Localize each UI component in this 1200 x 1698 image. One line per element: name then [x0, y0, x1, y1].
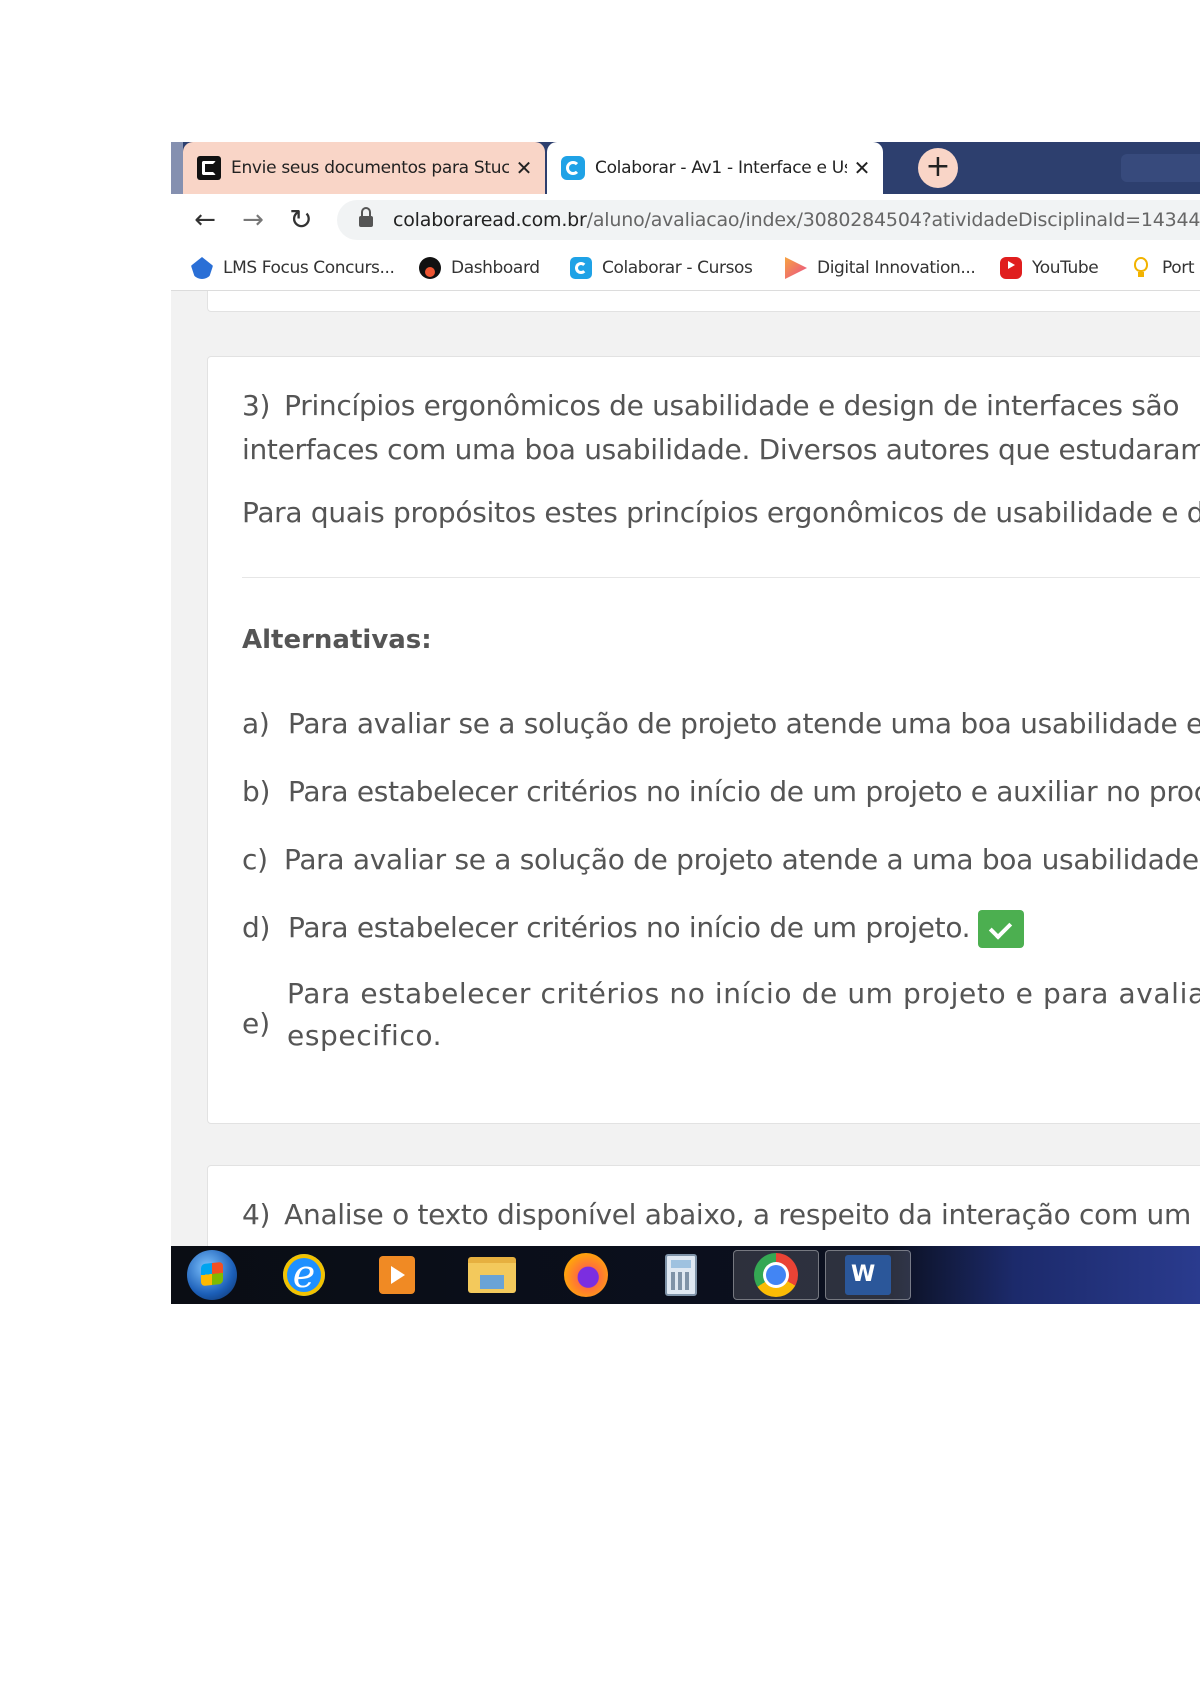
- taskbar-media-player[interactable]: [366, 1250, 428, 1300]
- address-bar[interactable]: colaboraread.com.br/aluno/avaliacao/inde…: [337, 200, 1200, 240]
- tab-strip-edge: [171, 142, 183, 194]
- bookmark-dio[interactable]: Digital Innovation...: [785, 246, 976, 290]
- alternative-letter: c): [242, 843, 268, 876]
- media-player-icon: [379, 1256, 415, 1294]
- correct-check-icon: [978, 910, 1025, 948]
- alternative-a[interactable]: a) Para avaliar se a solução de projeto a…: [242, 707, 1200, 740]
- alternative-text: Para estabelecer critérios no início de …: [288, 911, 971, 944]
- firefox-icon: [564, 1253, 608, 1297]
- close-tab-icon[interactable]: ✕: [847, 156, 877, 180]
- alternative-letter: d): [242, 911, 271, 944]
- question-number: 3): [242, 389, 271, 422]
- start-button[interactable]: [181, 1250, 243, 1300]
- blurred-profile: [1121, 154, 1200, 182]
- file-explorer-icon: [468, 1257, 516, 1293]
- taskbar-internet-explorer[interactable]: e: [273, 1250, 335, 1300]
- tab-title: Envie seus documentos para Stuc: [231, 158, 509, 178]
- alternative-e-text[interactable]: especifico.: [287, 1019, 442, 1052]
- taskbar-file-explorer[interactable]: [461, 1250, 523, 1300]
- internet-explorer-icon: e: [283, 1254, 325, 1296]
- calculator-icon: [665, 1254, 697, 1296]
- page-content: 3) Princípios ergonômicos de usabilidade …: [171, 291, 1200, 1247]
- alternative-letter: b): [242, 775, 271, 808]
- question-prompt: Para quais propósitos estes princípios e…: [242, 496, 1200, 529]
- alternative-e-text[interactable]: Para estabelecer critérios no início de …: [287, 977, 1200, 1010]
- chrome-icon: [754, 1253, 798, 1297]
- alternative-letter-e[interactable]: e): [242, 1007, 270, 1040]
- screenshot: Envie seus documentos para Stuc ✕ Colabo…: [171, 142, 1200, 1304]
- start-orb-icon: [187, 1250, 237, 1300]
- question-text: Analise o texto disponível abaixo, a res…: [284, 1198, 1191, 1231]
- dio-icon: [785, 257, 807, 279]
- question-line: 4) Analise o texto disponível abaixo, a r…: [242, 1198, 1191, 1231]
- close-tab-icon[interactable]: ✕: [509, 156, 539, 180]
- alternative-b[interactable]: b) Para estabelecer critérios no início d…: [242, 775, 1200, 808]
- alternative-d[interactable]: d) Para estabelecer critérios no início d…: [242, 910, 1025, 948]
- question-text: Princípios ergonômicos de usabilidade e …: [284, 389, 1180, 422]
- windows-taskbar: e W: [171, 1246, 1200, 1304]
- colaborar-icon: [570, 257, 592, 279]
- taskbar-chrome[interactable]: [733, 1250, 819, 1300]
- bookmark-label: Port: [1162, 258, 1195, 278]
- lock-icon[interactable]: [359, 207, 373, 227]
- url-path: /aluno/avaliacao/index/3080284504?ativid…: [586, 209, 1200, 231]
- bookmark-colaborar[interactable]: Colaborar - Cursos: [570, 246, 753, 290]
- browser-toolbar: ← → ↻ colaboraread.com.br/aluno/avaliaca…: [171, 194, 1200, 246]
- back-button[interactable]: ←: [187, 202, 223, 238]
- taskbar-calculator[interactable]: [650, 1250, 712, 1300]
- taskbar-firefox[interactable]: [555, 1250, 617, 1300]
- url-text[interactable]: colaboraread.com.br/aluno/avaliacao/inde…: [393, 209, 1200, 231]
- word-icon: W: [845, 1255, 891, 1295]
- question-line: 3) Princípios ergonômicos de usabilidade …: [242, 389, 1180, 422]
- tab-studocu[interactable]: Envie seus documentos para Stuc ✕: [183, 142, 545, 194]
- reload-button[interactable]: ↻: [283, 202, 319, 238]
- bookmark-label: LMS Focus Concurs...: [223, 258, 395, 278]
- question-4-card: 4) Analise o texto disponível abaixo, a r…: [207, 1165, 1200, 1247]
- bookmark-label: Digital Innovation...: [817, 258, 976, 278]
- question-number: 4): [242, 1198, 271, 1231]
- alternative-letter: a): [242, 707, 270, 740]
- bookmark-lms[interactable]: LMS Focus Concurs...: [191, 246, 395, 290]
- divider: [242, 577, 1200, 578]
- colaborar-icon: [561, 156, 585, 180]
- alternatives-heading: Alternativas:: [242, 625, 432, 655]
- taskbar-word[interactable]: W: [825, 1250, 911, 1300]
- lms-icon: [191, 257, 213, 279]
- bookmark-dashboard[interactable]: Dashboard: [419, 246, 540, 290]
- question-3-card: 3) Princípios ergonômicos de usabilidade …: [207, 356, 1200, 1124]
- browser-tab-strip: Envie seus documentos para Stuc ✕ Colabo…: [171, 142, 1200, 194]
- previous-question-card: [207, 291, 1200, 312]
- alternative-text: Para estabelecer critérios no início de …: [288, 775, 1200, 808]
- alternative-text: Para avaliar se a solução de projeto ate…: [284, 843, 1200, 876]
- url-host: colaboraread.com.br: [393, 209, 587, 231]
- studocu-icon: [197, 156, 221, 180]
- dashboard-icon: [419, 257, 441, 279]
- bookmark-port[interactable]: Port: [1130, 246, 1195, 290]
- lightbulb-icon: [1130, 257, 1152, 279]
- bookmark-label: Colaborar - Cursos: [602, 258, 753, 278]
- alternative-c[interactable]: c) Para avaliar se a solução de projeto a…: [242, 843, 1200, 876]
- youtube-icon: [1000, 257, 1022, 279]
- tab-colaborar-active[interactable]: Colaborar - Av1 - Interface e Usa ✕: [547, 142, 883, 194]
- new-tab-button[interactable]: +: [918, 148, 958, 188]
- bookmark-label: YouTube: [1032, 258, 1099, 278]
- bookmark-youtube[interactable]: YouTube: [1000, 246, 1099, 290]
- tab-title: Colaborar - Av1 - Interface e Usa: [595, 158, 847, 178]
- question-line: interfaces com uma boa usabilidade. Dive…: [242, 433, 1200, 466]
- bookmarks-bar: LMS Focus Concurs... Dashboard Colaborar…: [171, 246, 1200, 291]
- alternative-text: Para avaliar se a solução de projeto ate…: [288, 707, 1200, 740]
- forward-button[interactable]: →: [235, 202, 271, 238]
- bookmark-label: Dashboard: [451, 258, 540, 278]
